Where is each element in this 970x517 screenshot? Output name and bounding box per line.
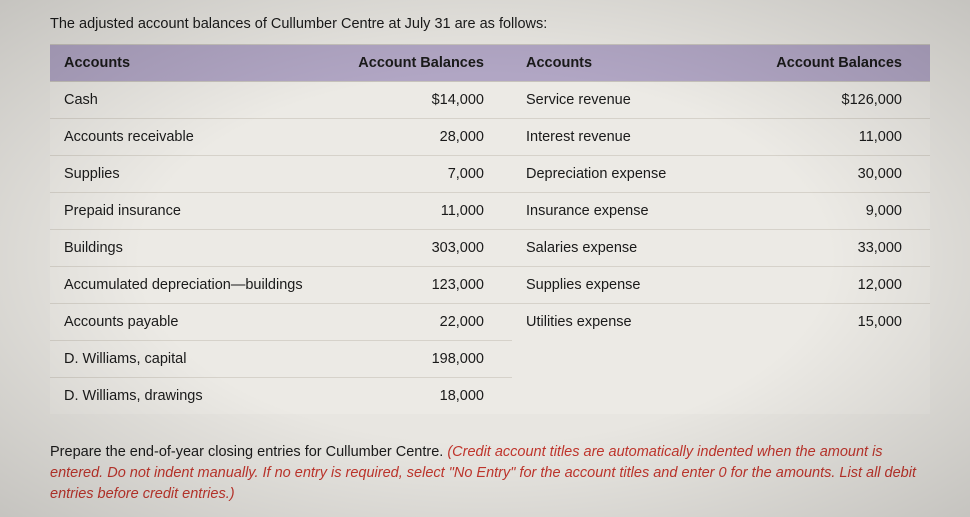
account-balance: $126,000 — [754, 82, 930, 119]
instructions: Prepare the end-of-year closing entries … — [50, 442, 930, 505]
account-balance: 33,000 — [754, 230, 930, 267]
account-name: Cash — [50, 82, 336, 119]
account-balance: 15,000 — [754, 304, 930, 341]
account-balance: 198,000 — [336, 341, 512, 378]
account-balance: 11,000 — [754, 119, 930, 156]
account-balance: 12,000 — [754, 267, 930, 304]
table-row: Buildings 303,000 Salaries expense 33,00… — [50, 230, 930, 267]
account-balance: 9,000 — [754, 193, 930, 230]
account-name: Supplies expense — [512, 267, 754, 304]
empty-cell — [754, 341, 930, 378]
account-name: Interest revenue — [512, 119, 754, 156]
account-name: D. Williams, drawings — [50, 378, 336, 415]
intro-text: The adjusted account balances of Cullumb… — [50, 16, 940, 32]
account-balance: 22,000 — [336, 304, 512, 341]
header-accounts-2: Accounts — [512, 45, 754, 82]
account-balance: $14,000 — [336, 82, 512, 119]
account-balance: 30,000 — [754, 156, 930, 193]
empty-cell — [754, 378, 930, 415]
balances-table: Accounts Account Balances Accounts Accou… — [50, 44, 930, 414]
balances-tbody: Cash $14,000 Service revenue $126,000 Ac… — [50, 82, 930, 415]
account-name: Insurance expense — [512, 193, 754, 230]
empty-cell — [512, 378, 754, 415]
account-name: Supplies — [50, 156, 336, 193]
account-name: Accounts receivable — [50, 119, 336, 156]
header-balances-2: Account Balances — [754, 45, 930, 82]
account-balance: 18,000 — [336, 378, 512, 415]
header-balances-1: Account Balances — [336, 45, 512, 82]
empty-cell — [512, 341, 754, 378]
account-name: Service revenue — [512, 82, 754, 119]
table-row: Supplies 7,000 Depreciation expense 30,0… — [50, 156, 930, 193]
table-row: Accounts receivable 28,000 Interest reve… — [50, 119, 930, 156]
account-name: D. Williams, capital — [50, 341, 336, 378]
instructions-plain: Prepare the end-of-year closing entries … — [50, 444, 447, 460]
account-name: Prepaid insurance — [50, 193, 336, 230]
account-balance: 7,000 — [336, 156, 512, 193]
account-name: Depreciation expense — [512, 156, 754, 193]
account-balance: 303,000 — [336, 230, 512, 267]
account-name: Salaries expense — [512, 230, 754, 267]
account-name: Utilities expense — [512, 304, 754, 341]
table-row: Accumulated depreciation—buildings 123,0… — [50, 267, 930, 304]
table-row: Prepaid insurance 11,000 Insurance expen… — [50, 193, 930, 230]
table-row: Cash $14,000 Service revenue $126,000 — [50, 82, 930, 119]
table-row: Accounts payable 22,000 Utilities expens… — [50, 304, 930, 341]
account-name: Accumulated depreciation—buildings — [50, 267, 336, 304]
table-row: D. Williams, capital 198,000 — [50, 341, 930, 378]
header-accounts-1: Accounts — [50, 45, 336, 82]
table-row: D. Williams, drawings 18,000 — [50, 378, 930, 415]
account-balance: 28,000 — [336, 119, 512, 156]
account-name: Accounts payable — [50, 304, 336, 341]
account-balance: 123,000 — [336, 267, 512, 304]
account-name: Buildings — [50, 230, 336, 267]
account-balance: 11,000 — [336, 193, 512, 230]
